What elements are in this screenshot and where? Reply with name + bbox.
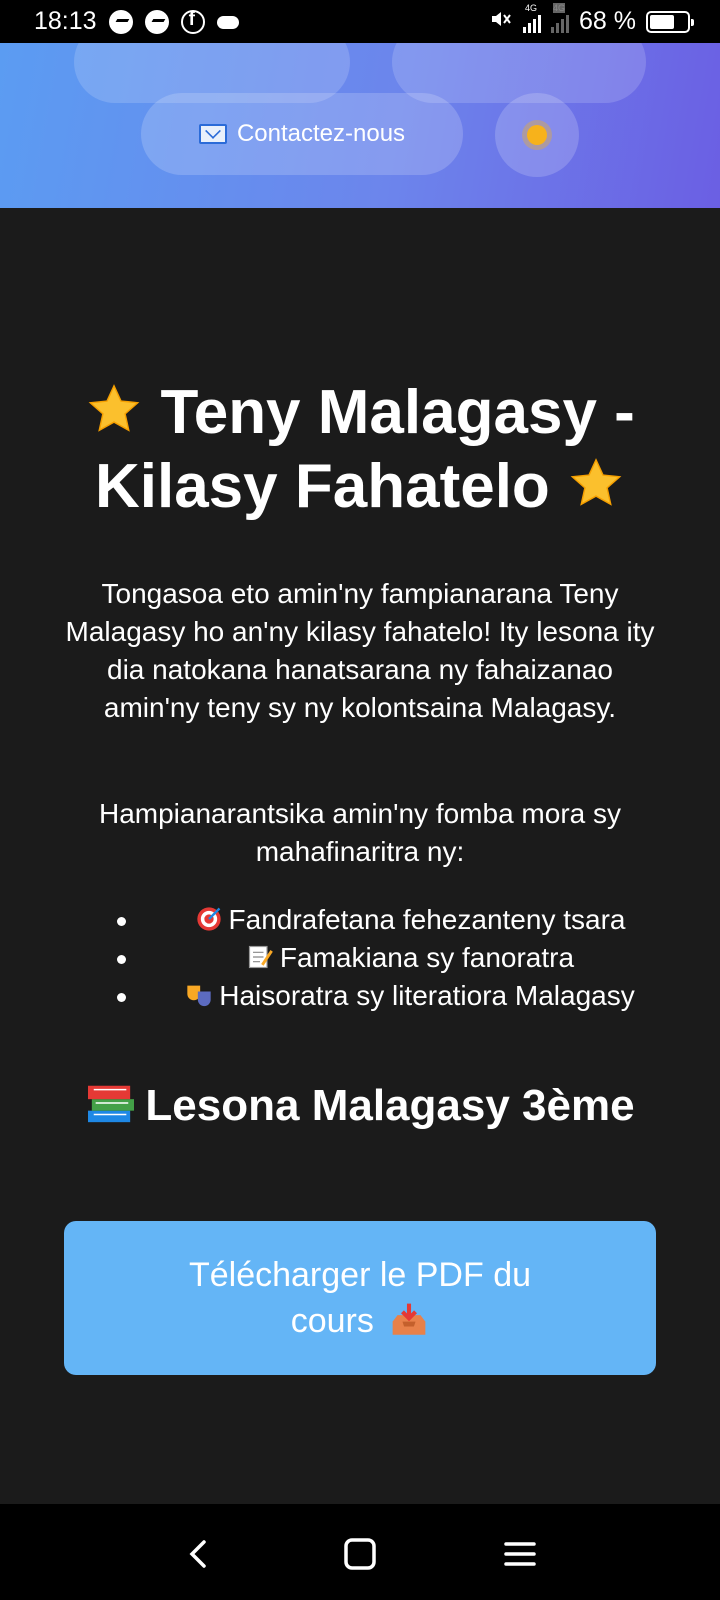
home-button[interactable] bbox=[338, 1532, 382, 1576]
main-content: Teny Malagasy - Kilasy Fahatelo Tongasoa… bbox=[0, 208, 720, 1504]
star-icon-2 bbox=[570, 458, 622, 506]
memo-icon bbox=[248, 945, 273, 969]
feature-label: Haisoratra sy literatiora Malagasy bbox=[219, 980, 635, 1011]
clock: 18:13 bbox=[34, 7, 97, 35]
facebook-icon bbox=[180, 9, 205, 34]
mute-icon bbox=[489, 7, 513, 37]
page-title: Teny Malagasy - Kilasy Fahatelo bbox=[40, 376, 680, 524]
system-nav-bar bbox=[0, 1504, 720, 1600]
download-label-text: Télécharger le PDF du cours bbox=[188, 1256, 532, 1340]
star-icon bbox=[88, 384, 140, 432]
sun-icon bbox=[527, 125, 547, 145]
feature-label: Fandrafetana fehezanteny tsara bbox=[228, 904, 626, 935]
download-label: Télécharger le PDF du cours bbox=[144, 1252, 576, 1344]
signal-icon: 4G bbox=[523, 3, 542, 33]
intro-paragraph-2: Hampianarantsika amin'ny fomba mora sy m… bbox=[98, 798, 621, 867]
battery-icon bbox=[646, 10, 694, 33]
status-bar: 18:13 4G 4G 68 % bbox=[0, 0, 720, 43]
email-icon bbox=[198, 124, 227, 144]
list-item: Famakiana sy fanoratra bbox=[110, 939, 670, 977]
status-bar-right: 4G 4G 68 % bbox=[489, 2, 694, 37]
list-item: Haisoratra sy literatiora Malagasy bbox=[110, 977, 670, 1015]
intro-paragraph: Tongasoa eto amin'ny fampianarana Teny M… bbox=[65, 578, 655, 723]
books-icon bbox=[88, 1085, 135, 1123]
section-title-text: Lesona Malagasy 3ème bbox=[145, 1081, 635, 1130]
contact-button[interactable]: Contactez-nous bbox=[141, 93, 463, 175]
network-type-label-2: 4G bbox=[553, 2, 566, 13]
target-icon bbox=[196, 907, 221, 931]
theme-toggle-button[interactable] bbox=[495, 93, 579, 177]
battery-percent: 68 % bbox=[579, 7, 636, 35]
status-bar-left: 18:13 bbox=[34, 7, 239, 36]
messenger-icon-2 bbox=[144, 9, 169, 34]
download-pdf-button[interactable]: Télécharger le PDF du cours bbox=[64, 1221, 656, 1375]
contact-label: Contactez-nous bbox=[236, 120, 406, 147]
feature-list: Fandrafetana fehezanteny tsara Famakiana… bbox=[110, 901, 670, 1015]
section-title: Lesona Malagasy 3ème bbox=[40, 1078, 680, 1134]
back-button[interactable] bbox=[178, 1532, 222, 1576]
cloud-icon bbox=[216, 16, 239, 29]
list-item: Fandrafetana fehezanteny tsara bbox=[110, 901, 670, 939]
title-text: Teny Malagasy - Kilasy Fahatelo bbox=[94, 378, 635, 521]
inbox-tray-icon bbox=[392, 1303, 426, 1335]
signal-icon-2: 4G bbox=[551, 2, 570, 33]
header-banner: Contactez-nous bbox=[0, 43, 720, 208]
messenger-icon bbox=[108, 9, 133, 34]
feature-label: Famakiana sy fanoratra bbox=[279, 942, 575, 973]
network-type-label: 4G bbox=[525, 2, 538, 13]
menu-button[interactable] bbox=[498, 1532, 542, 1576]
battery-fill bbox=[650, 14, 675, 29]
theater-masks-icon bbox=[187, 985, 211, 1007]
